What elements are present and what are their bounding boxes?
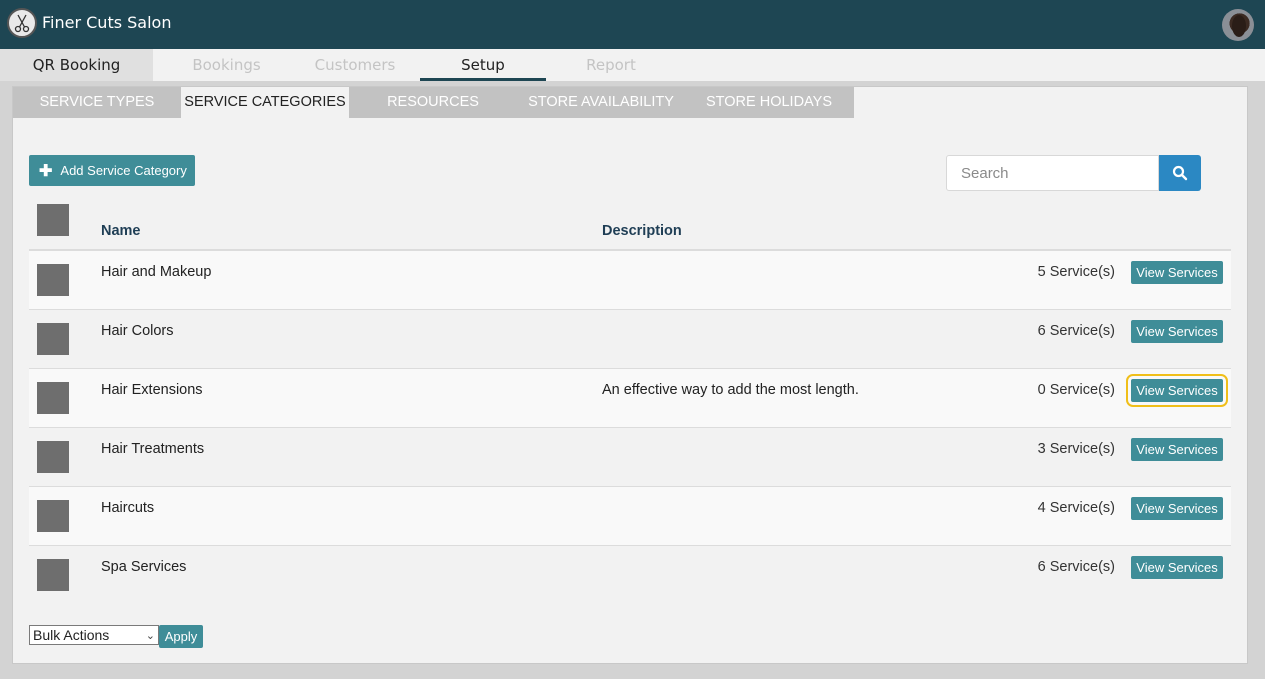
category-name: Haircuts bbox=[101, 500, 155, 516]
row-checkbox[interactable] bbox=[37, 323, 69, 355]
search-input[interactable] bbox=[946, 155, 1159, 191]
nav-tab-bookings[interactable]: Bookings bbox=[163, 49, 290, 81]
subtab-store-availability[interactable]: STORE AVAILABILITY bbox=[517, 87, 685, 118]
subtab-store-holidays[interactable]: STORE HOLIDAYS bbox=[685, 87, 853, 118]
service-count: 5 Service(s) bbox=[1037, 264, 1115, 280]
row-checkbox[interactable] bbox=[37, 382, 69, 414]
nav-tab-qr-booking[interactable]: QR Booking bbox=[0, 49, 153, 81]
subtab-service-categories[interactable]: SERVICE CATEGORIES bbox=[181, 87, 349, 118]
search-icon bbox=[1172, 165, 1188, 181]
row-checkbox[interactable] bbox=[37, 559, 69, 591]
bulk-actions-value: Bulk Actions bbox=[33, 627, 110, 643]
table-row: Haircuts 4 Service(s) View Services bbox=[29, 487, 1231, 546]
view-services-button[interactable]: View Services bbox=[1131, 438, 1223, 461]
setup-subtabs: SERVICE TYPES SERVICE CATEGORIES RESOURC… bbox=[13, 87, 854, 118]
column-header-description: Description bbox=[602, 223, 682, 239]
service-count: 6 Service(s) bbox=[1037, 323, 1115, 339]
plus-icon: ✚ bbox=[39, 162, 53, 180]
nav-tab-setup[interactable]: Setup bbox=[420, 49, 546, 81]
view-services-button[interactable]: View Services bbox=[1131, 497, 1223, 520]
subtab-service-types[interactable]: SERVICE TYPES bbox=[13, 87, 181, 118]
service-count: 3 Service(s) bbox=[1037, 441, 1115, 457]
table-row: Hair Treatments 3 Service(s) View Servic… bbox=[29, 428, 1231, 487]
service-count: 4 Service(s) bbox=[1037, 500, 1115, 516]
app-header: Finer Cuts Salon bbox=[0, 0, 1265, 49]
category-name: Spa Services bbox=[101, 559, 187, 575]
bulk-actions-select[interactable]: Bulk Actions ⌄ bbox=[29, 625, 159, 645]
service-count: 0 Service(s) bbox=[1037, 382, 1115, 398]
service-count: 6 Service(s) bbox=[1037, 559, 1115, 575]
row-checkbox[interactable] bbox=[37, 441, 69, 473]
table-header: Name Description bbox=[29, 199, 1231, 251]
main-nav: QR Booking Bookings Customers Setup Repo… bbox=[0, 49, 1265, 81]
add-button-label: Add Service Category bbox=[60, 163, 187, 178]
table-row: Spa Services 6 Service(s) View Services bbox=[29, 546, 1231, 605]
category-name: Hair Colors bbox=[101, 323, 174, 339]
column-header-name: Name bbox=[101, 223, 141, 239]
chevron-down-icon: ⌄ bbox=[145, 630, 155, 642]
category-name: Hair Treatments bbox=[101, 441, 205, 457]
category-description: An effective way to add the most length. bbox=[602, 382, 859, 398]
scissors-logo-icon bbox=[7, 8, 37, 38]
search-button[interactable] bbox=[1159, 155, 1201, 191]
category-name: Hair and Makeup bbox=[101, 264, 212, 280]
setup-panel: SERVICE TYPES SERVICE CATEGORIES RESOURC… bbox=[12, 86, 1248, 664]
select-all-checkbox[interactable] bbox=[37, 204, 69, 236]
table-row: Hair Colors 6 Service(s) View Services bbox=[29, 310, 1231, 369]
table-row: Hair Extensions An effective way to add … bbox=[29, 369, 1231, 428]
nav-tab-report[interactable]: Report bbox=[548, 49, 674, 81]
category-name: Hair Extensions bbox=[101, 382, 203, 398]
service-categories-table: Name Description Hair and Makeup 5 Servi… bbox=[29, 199, 1231, 605]
app-title: Finer Cuts Salon bbox=[42, 13, 172, 32]
view-services-button[interactable]: View Services bbox=[1131, 320, 1223, 343]
row-checkbox[interactable] bbox=[37, 264, 69, 296]
view-services-button[interactable]: View Services bbox=[1126, 374, 1228, 407]
view-services-button[interactable]: View Services bbox=[1131, 556, 1223, 579]
apply-button[interactable]: Apply bbox=[159, 625, 203, 648]
row-checkbox[interactable] bbox=[37, 500, 69, 532]
subtab-resources[interactable]: RESOURCES bbox=[349, 87, 517, 118]
user-avatar[interactable] bbox=[1222, 9, 1254, 41]
add-service-category-button[interactable]: ✚ Add Service Category bbox=[29, 155, 195, 186]
view-services-button[interactable]: View Services bbox=[1131, 261, 1223, 284]
nav-tab-customers[interactable]: Customers bbox=[292, 49, 418, 81]
table-row: Hair and Makeup 5 Service(s) View Servic… bbox=[29, 251, 1231, 310]
